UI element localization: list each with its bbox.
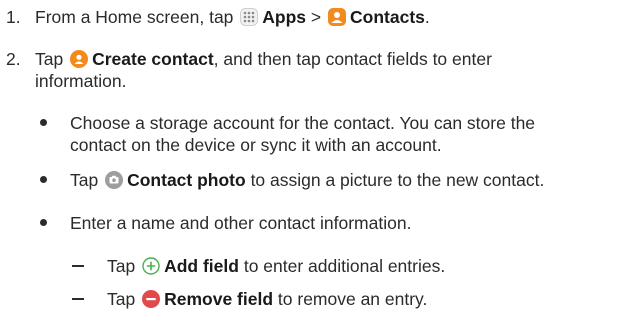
bullet-2-pre: Tap xyxy=(70,170,99,190)
dash-marker xyxy=(72,265,84,268)
step-2-line-2: information. xyxy=(35,71,127,91)
apps-label: Apps xyxy=(262,7,307,27)
subitem-2-pre: Tap xyxy=(107,289,136,309)
step-2-number: 2. xyxy=(6,49,21,69)
bullet-2-rest: to assign a picture to the new contact. xyxy=(250,170,545,190)
subitem-1-text: Tap Add field to enter additional entrie… xyxy=(107,255,445,280)
step-2-rest: , and then tap contact fields to enter xyxy=(213,49,492,69)
bullet-1-line-1: Choose a storage account for the contact… xyxy=(70,113,536,133)
separator: > xyxy=(310,7,322,27)
contact-photo-label: Contact photo xyxy=(127,170,246,190)
subitem-2-text: Tap Remove field to remove an entry. xyxy=(107,288,427,313)
step-1-end: . xyxy=(424,7,430,27)
remove-field-label: Remove field xyxy=(164,289,274,309)
subitem-2-rest: to remove an entry. xyxy=(277,289,428,309)
bullet-3-text: Enter a name and other contact informati… xyxy=(70,213,412,233)
step-1-pre: From a Home screen, tap xyxy=(35,7,234,27)
dash-marker xyxy=(72,298,84,301)
contacts-icon xyxy=(328,8,347,31)
add-icon xyxy=(142,257,160,280)
add-field-label: Add field xyxy=(164,256,239,276)
create-contact-label: Create contact xyxy=(92,49,214,69)
bullet-2-text: Tap Contact photo to assign a picture to… xyxy=(70,169,544,194)
bullet-dot xyxy=(40,176,47,183)
apps-icon xyxy=(240,8,259,31)
bullet-dot xyxy=(40,119,47,126)
step-1-number: 1. xyxy=(6,7,21,27)
bullet-dot xyxy=(40,219,47,226)
subitem-1-pre: Tap xyxy=(107,256,136,276)
remove-icon xyxy=(142,290,161,313)
camera-icon xyxy=(105,171,124,194)
contacts-label: Contacts xyxy=(350,7,425,27)
bullet-1-line-2: contact on the device or sync it with an… xyxy=(70,135,442,155)
subitem-1-rest: to enter additional entries. xyxy=(243,256,446,276)
step-2-pre: Tap xyxy=(35,49,64,69)
step-1-text: From a Home screen, tap Apps > Contacts. xyxy=(35,6,430,31)
